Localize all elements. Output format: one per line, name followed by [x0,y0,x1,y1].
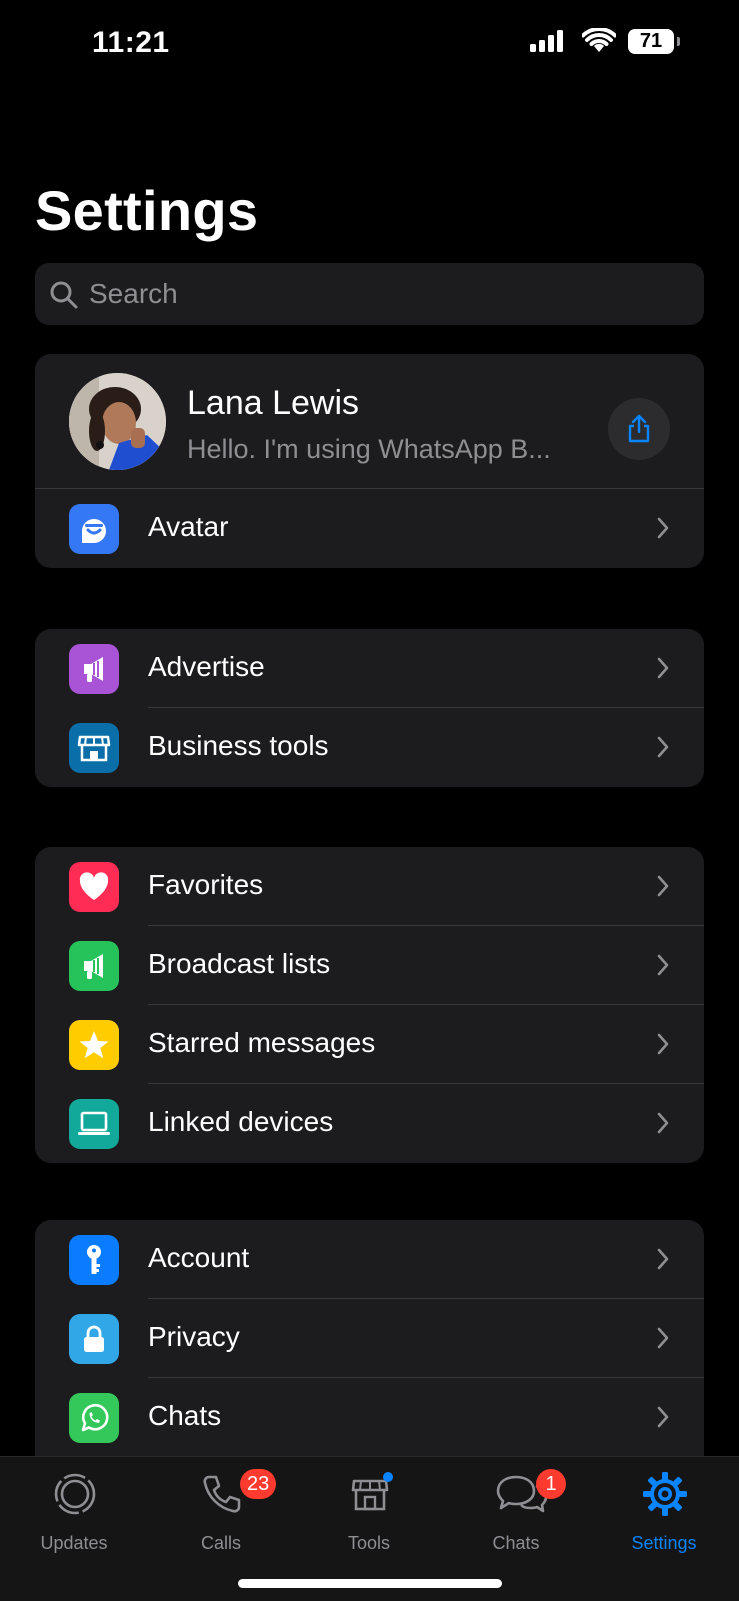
settings-row-broadcast-lists[interactable]: Broadcast lists [35,926,704,1005]
megaphone-icon [69,644,119,694]
settings-row-label: Chats [148,1400,222,1431]
settings-row-label: Account [148,1242,250,1273]
battery-indicator: 71 [628,29,680,54]
chevron-right-icon [657,1033,669,1055]
profile-avatar[interactable] [69,373,166,470]
chevron-right-icon [657,1248,669,1270]
business-card: Advertise Business tools [35,629,704,787]
share-icon [628,414,650,443]
search-placeholder: Search [89,278,178,309]
tab-tools[interactable]: Tools [309,1471,429,1553]
chevron-right-icon [657,1406,669,1428]
chevron-right-icon [657,875,669,897]
tab-settings[interactable]: Settings [604,1471,724,1553]
heart-icon [69,862,119,912]
profile-status: Hello. I'm using WhatsApp B... [187,434,551,464]
chevron-right-icon [657,1112,669,1134]
key-icon [69,1235,119,1285]
phone-icon [203,1475,241,1513]
profile-name: Lana Lewis [187,384,360,422]
settings-row-favorites[interactable]: Favorites [35,847,704,926]
megaphone-icon [69,941,119,991]
lists-card: Favorites Broadcast lists Starred messag… [35,847,704,1163]
home-indicator [238,1579,502,1588]
settings-row-privacy[interactable]: Privacy [35,1299,704,1378]
wifi-icon [582,28,616,52]
chevron-right-icon [657,657,669,679]
lock-icon [69,1314,119,1364]
tab-calls[interactable]: 23 Calls [161,1469,281,1553]
settings-row-label: Favorites [148,869,264,900]
search-icon [50,281,78,309]
avatar-icon [69,504,119,554]
settings-row-chats[interactable]: Chats [35,1378,704,1456]
settings-row-account[interactable]: Account [35,1220,704,1299]
settings-row-label: Privacy [148,1321,240,1352]
calls-badge: 23 [240,1469,277,1499]
settings-row-avatar[interactable]: Avatar [35,489,704,568]
storefront-icon [351,1472,393,1511]
tab-label: Calls [200,1533,241,1553]
star-icon [69,1020,119,1070]
settings-row-linked-devices[interactable]: Linked devices [35,1084,704,1163]
status-bar: 11:21 71 [0,0,739,90]
page-title: Settings [35,179,259,242]
tab-label: Settings [631,1533,697,1553]
chevron-right-icon [657,1327,669,1349]
laptop-icon [69,1099,119,1149]
cellular-signal-icon [530,30,563,52]
settings-row-starred-messages[interactable]: Starred messages [35,1005,704,1084]
profile-card: Lana Lewis Hello. I'm using WhatsApp B..… [35,354,704,568]
settings-row-label: Advertise [148,651,265,682]
chevron-right-icon [657,517,669,539]
settings-row-advertise[interactable]: Advertise [35,629,704,708]
tab-label: Tools [347,1533,391,1553]
profile-row[interactable]: Lana Lewis Hello. I'm using WhatsApp B..… [35,354,704,489]
gear-icon [643,1472,687,1516]
account-card: Account Privacy Chats [35,1220,704,1456]
chats-badge: 1 [536,1469,566,1499]
settings-row-label: Avatar [148,511,229,542]
chevron-right-icon [657,954,669,976]
settings-row-label: Business tools [148,730,329,761]
whatsapp-icon [69,1393,119,1443]
tab-label: Chats [492,1533,540,1553]
storefront-icon [69,723,119,773]
tab-chats[interactable]: 1 Chats [456,1469,576,1553]
chevron-right-icon [657,736,669,758]
settings-row-label: Linked devices [148,1106,334,1137]
status-time: 11:21 [92,26,170,59]
settings-row-label: Broadcast lists [148,948,331,979]
updates-icon [54,1473,96,1515]
tab-updates[interactable]: Updates [14,1471,134,1553]
share-profile-button[interactable] [608,398,670,460]
tab-label: Updates [40,1533,108,1553]
settings-row-business-tools[interactable]: Business tools [35,708,704,787]
search-bar[interactable]: Search [35,263,704,325]
settings-row-label: Starred messages [148,1027,376,1058]
